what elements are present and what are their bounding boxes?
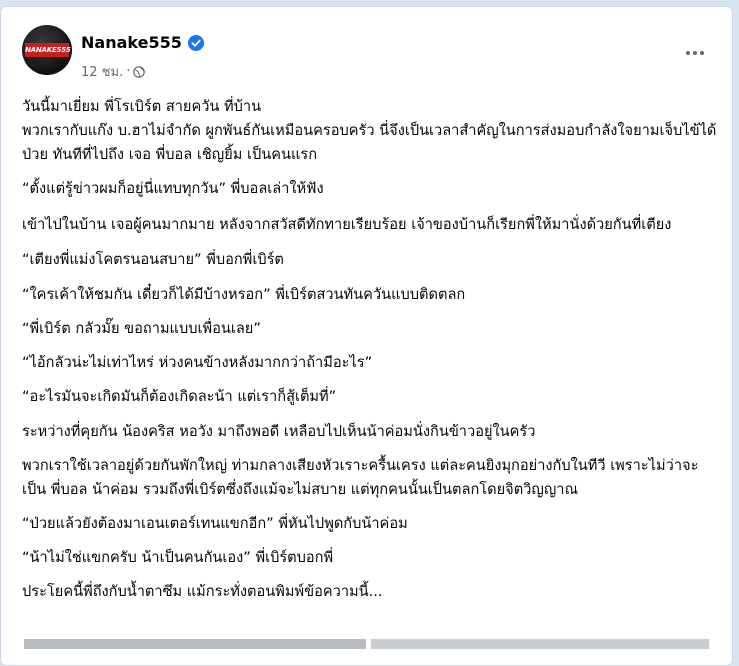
post-paragraph: “ไอ้กลัวน่ะไม่เท่าไหร่ ห่วงคนข้างหลังมาก… — [22, 354, 373, 371]
more-options-icon[interactable] — [681, 43, 709, 63]
post-paragraph: “พี่เบิร์ต กลัวมั๊ย ขอถามแบบเพื่อนเลย” — [22, 320, 261, 337]
post-paragraph: “ใครเค้าให้ชมกัน เดี๋ยวก็ได้มีบ้างหรอก” … — [22, 286, 466, 303]
post-paragraph: พวกเราใช้เวลาอยู่ด้วยกันพักใหญ่ ท่ามกลาง… — [22, 457, 699, 498]
post-paragraph: “อะไรมันจะเกิดมันก็ต้องเกิดละน้า แต่เราก… — [22, 388, 337, 405]
post-paragraph: “ป่วยแล้วยังต้องมาเอนเตอร์เทนแขกอีก” พี่… — [22, 515, 408, 532]
post-paragraph: วันนี้มาเยี่ยม พี่โรเบิร์ต สายควัน ที่บ้… — [22, 98, 717, 163]
dot — [693, 51, 697, 55]
post-paragraph: เข้าไปในบ้าน เจอผู้คนมากมาย หลังจากสวัสด… — [22, 216, 672, 233]
post-card: NANAKE555 Nanake555 12 ชม. · วันนี้มาเยี… — [0, 6, 733, 666]
post-paragraph: “เตียงพี่แม่งโคตรนอนสบาย” พี่บอกพี่เบิร์… — [22, 251, 284, 268]
author-header: Nanake555 — [81, 33, 204, 52]
post-paragraph: “น้าไม่ใช่แขกครับ น้าเป็นคนกันเอง” พี่เบ… — [22, 549, 334, 566]
dot — [686, 51, 690, 55]
dot — [700, 51, 704, 55]
verified-badge-icon — [187, 34, 204, 51]
avatar[interactable]: NANAKE555 — [22, 25, 72, 75]
author-name[interactable]: Nanake555 — [81, 33, 182, 52]
post-paragraph: ประโยคนี้พี่ถึงกับน้ำตาซึม แม้กระทั่งตอน… — [22, 583, 383, 600]
post-body: วันนี้มาเยี่ยม พี่โรเบิร์ต สายควัน ที่บ้… — [22, 95, 722, 604]
post-paragraph: ระหว่างที่คุยกัน น้องคริส หอวัง มาถึงพอด… — [22, 423, 536, 440]
avatar-logo: NANAKE555 — [25, 43, 71, 57]
meta-separator: · — [126, 64, 131, 79]
globe-icon[interactable] — [133, 65, 146, 78]
post-meta: 12 ชม. · — [81, 61, 146, 82]
post-paragraph: “ตั้งแต่รู้ข่าวผมก็อยู่นี่แทบทุกวัน” พี่… — [22, 180, 324, 197]
post-timestamp[interactable]: 12 ชม. — [81, 61, 123, 82]
